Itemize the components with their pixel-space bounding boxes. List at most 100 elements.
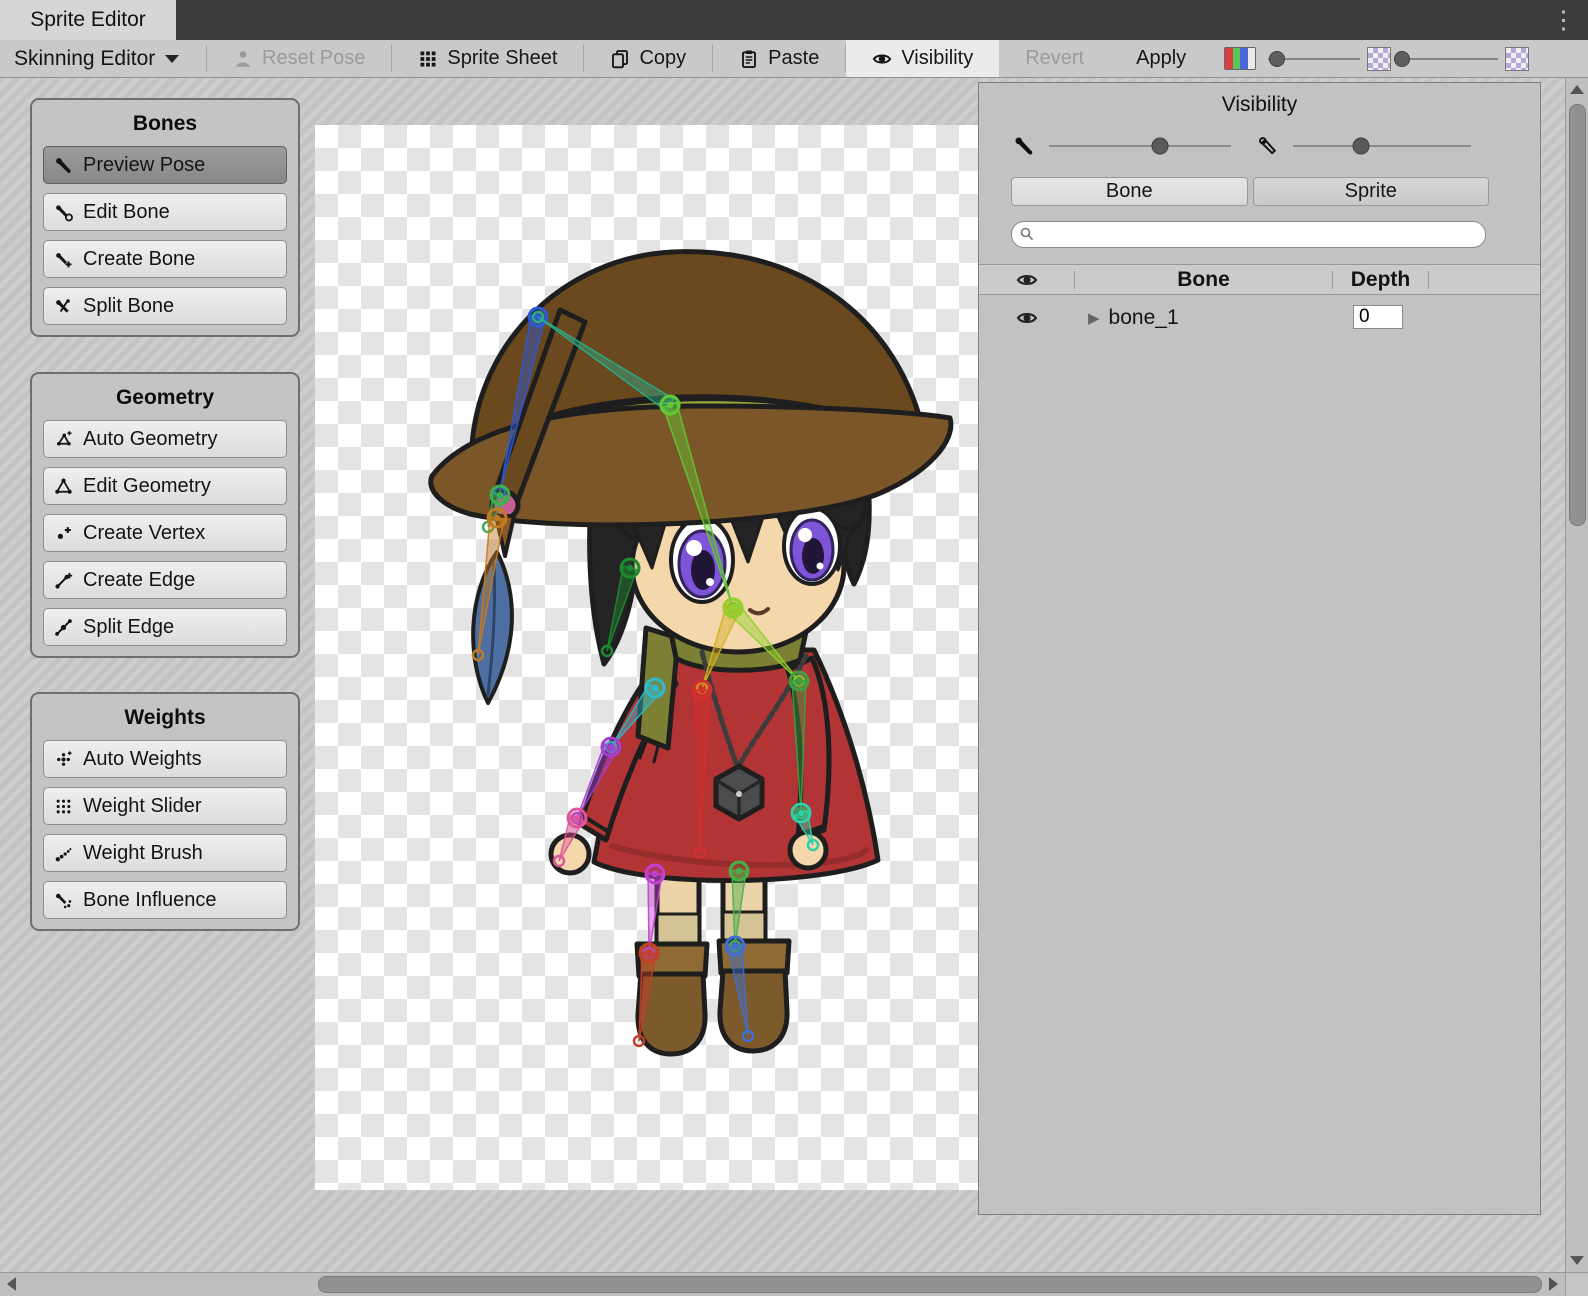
copy-label: Copy [639, 47, 686, 70]
preview-pose-button[interactable]: Preview Pose [43, 146, 287, 184]
gizmo-sliders [979, 133, 1540, 163]
visibility-label: Visibility [901, 47, 973, 70]
person-icon [233, 49, 253, 69]
reset-pose-button[interactable]: Reset Pose [217, 40, 381, 77]
bone-visibility-eye-icon[interactable] [1016, 307, 1038, 329]
auto-weights-icon [54, 750, 73, 769]
split-edge-button[interactable]: Split Edge [43, 608, 287, 646]
create-bone-icon [54, 250, 73, 269]
split-bone-icon [54, 297, 73, 316]
create-vertex-icon [54, 524, 73, 543]
slider-knob[interactable] [1394, 51, 1410, 67]
vertical-scroll-thumb[interactable] [1569, 104, 1586, 526]
slider-knob[interactable] [1352, 138, 1369, 155]
expand-triangle-icon[interactable]: ▶ [1088, 309, 1100, 327]
apply-label: Apply [1136, 47, 1186, 70]
header-divider [1428, 271, 1429, 289]
edit-bone-button[interactable]: Edit Bone [43, 193, 287, 231]
paste-button[interactable]: Paste [723, 40, 835, 77]
weight-brush-icon [54, 844, 73, 863]
eye-icon [1016, 269, 1038, 291]
scroll-left-arrow-icon[interactable] [7, 1277, 16, 1291]
overflow-menu-icon[interactable]: ⋮ [1551, 4, 1576, 36]
search-field[interactable] [1011, 221, 1486, 248]
scroll-right-arrow-icon[interactable] [1549, 1277, 1558, 1291]
table-header: Bone Depth [979, 264, 1540, 295]
bones-panel: Bones Preview Pose Edit Bone Create Bone… [30, 98, 300, 337]
eye-icon [872, 49, 892, 69]
vertical-scrollbar[interactable] [1565, 78, 1588, 1272]
slider-track [1049, 145, 1231, 147]
split-bone-button[interactable]: Split Bone [43, 287, 287, 325]
auto-weights-button[interactable]: Auto Weights [43, 740, 287, 778]
bone-gizmo-size-slider[interactable] [1049, 133, 1231, 159]
bone-influence-icon [54, 891, 73, 910]
geometry-panel: Geometry Auto Geometry Edit Geometry Cre… [30, 372, 300, 658]
bones-panel-title: Bones [43, 106, 287, 146]
reset-pose-label: Reset Pose [262, 47, 365, 70]
bones-overlay[interactable] [315, 125, 978, 1190]
create-edge-icon [54, 571, 73, 590]
visibility-panel-title: Visibility [979, 83, 1540, 117]
tab-bar: Sprite Editor ⋮ [0, 0, 1588, 40]
scrollbar-corner [1565, 1272, 1588, 1296]
split-edge-icon [54, 618, 73, 637]
create-vertex-button[interactable]: Create Vertex [43, 514, 287, 552]
weight-slider-button[interactable]: Weight Slider [43, 787, 287, 825]
edit-geometry-icon [54, 477, 73, 496]
copy-button[interactable]: Copy [594, 40, 702, 77]
toolbar-divider [583, 45, 584, 72]
slider-track [1398, 58, 1498, 60]
visibility-button[interactable]: Visibility [846, 40, 999, 77]
sprite-sheet-label: Sprite Sheet [447, 47, 557, 70]
scroll-up-arrow-icon[interactable] [1570, 85, 1584, 94]
bone-row[interactable]: ▶ bone_1 [979, 300, 1540, 336]
slider-knob[interactable] [1269, 51, 1285, 67]
weight-brush-button[interactable]: Weight Brush [43, 834, 287, 872]
edit-bone-icon [54, 203, 73, 222]
tab-sprite[interactable]: Sprite [1253, 177, 1490, 206]
create-bone-button[interactable]: Create Bone [43, 240, 287, 278]
color-channels-icon[interactable] [1224, 47, 1256, 70]
paste-icon [739, 49, 759, 69]
toolbar: Skinning Editor Reset Pose Sprite Sheet … [0, 40, 1588, 78]
revert-label: Revert [1025, 47, 1084, 70]
scroll-down-arrow-icon[interactable] [1570, 1256, 1584, 1265]
revert-button[interactable]: Revert [1009, 40, 1100, 77]
alpha-checker-icon-2[interactable] [1505, 47, 1529, 71]
horizontal-scrollbar[interactable] [0, 1272, 1565, 1296]
skinning-editor-dropdown[interactable]: Skinning Editor [0, 40, 206, 77]
tab-label: Sprite Editor [30, 8, 146, 32]
apply-button[interactable]: Apply [1120, 40, 1202, 77]
bone-influence-button[interactable]: Bone Influence [43, 881, 287, 919]
tab-bone[interactable]: Bone [1011, 177, 1248, 206]
bone-name[interactable]: bone_1 [1109, 306, 1179, 330]
alpha-checker-icon[interactable] [1367, 47, 1391, 71]
slider-knob[interactable] [1152, 138, 1169, 155]
toolbar-divider [712, 45, 713, 72]
toolbar-divider [206, 45, 207, 72]
depth-input[interactable] [1353, 305, 1403, 329]
search-input[interactable] [1040, 223, 1481, 246]
visibility-tabs: Bone Sprite [1011, 177, 1489, 206]
auto-geometry-icon [54, 430, 73, 449]
search-icon [1019, 226, 1035, 242]
paste-label: Paste [768, 47, 819, 70]
grid-icon [418, 49, 438, 69]
preview-pose-icon [54, 156, 73, 175]
create-edge-button[interactable]: Create Edge [43, 561, 287, 599]
bone-outline-icon [1257, 135, 1279, 157]
edit-geometry-button[interactable]: Edit Geometry [43, 467, 287, 505]
tab-sprite-editor[interactable]: Sprite Editor [0, 0, 176, 40]
auto-geometry-button[interactable]: Auto Geometry [43, 420, 287, 458]
bone-filled-icon [1013, 135, 1035, 157]
sprite-gizmo-size-slider[interactable] [1293, 133, 1471, 159]
sprite-editor-window: Sprite Editor ⋮ Skinning Editor Reset Po… [0, 0, 1588, 1296]
geometry-panel-title: Geometry [43, 380, 287, 420]
alpha-slider[interactable] [1398, 48, 1498, 70]
mode-label: Skinning Editor [14, 47, 155, 71]
weight-slider-icon [54, 797, 73, 816]
horizontal-scroll-thumb[interactable] [318, 1276, 1542, 1293]
brightness-slider[interactable] [1268, 48, 1360, 70]
sprite-sheet-button[interactable]: Sprite Sheet [402, 40, 573, 77]
